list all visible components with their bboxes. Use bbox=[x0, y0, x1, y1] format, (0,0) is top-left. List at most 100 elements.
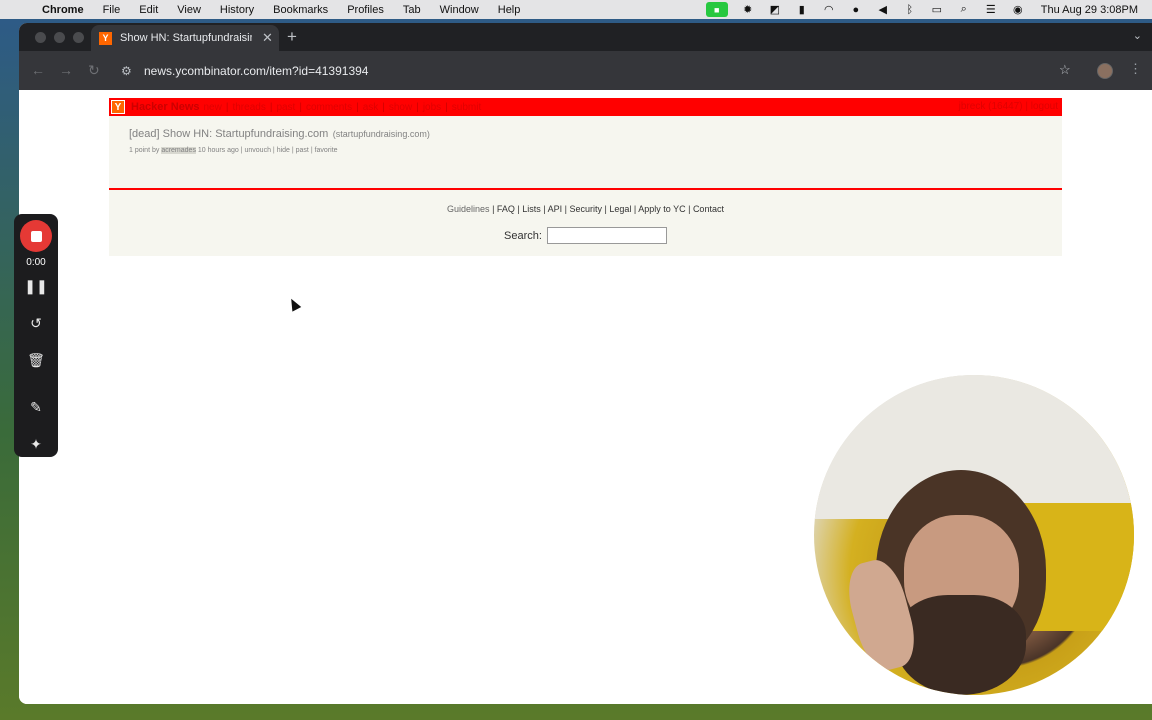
bookmark-star-icon[interactable]: ☆ bbox=[1059, 62, 1071, 78]
story-unvouch-link[interactable]: unvouch bbox=[245, 147, 271, 154]
menu-file[interactable]: File bbox=[103, 4, 121, 16]
zoom-window-icon[interactable] bbox=[73, 32, 84, 43]
footer-links: Guidelines | FAQ | Lists | API | Securit… bbox=[447, 204, 724, 214]
story-site[interactable]: (startupfundraising.com) bbox=[333, 129, 430, 139]
bluetooth-icon[interactable]: ᛒ bbox=[902, 4, 918, 16]
footer-contact[interactable]: Contact bbox=[693, 204, 724, 214]
story-past-link[interactable]: past bbox=[296, 147, 309, 154]
profile-avatar[interactable] bbox=[1097, 63, 1113, 79]
address-bar[interactable]: ⚙ news.ycombinator.com/item?id=41391394 bbox=[113, 57, 1093, 84]
footer-faq[interactable]: FAQ bbox=[497, 204, 515, 214]
hn-user-link[interactable]: jbreck (16447) bbox=[959, 101, 1023, 112]
menu-window[interactable]: Window bbox=[440, 4, 479, 16]
brightness-icon[interactable]: ✹ bbox=[740, 4, 756, 16]
hn-logout-link[interactable]: logout bbox=[1031, 101, 1058, 112]
story-title[interactable]: [dead] Show HN: Startupfundraising.com bbox=[129, 128, 328, 140]
story-hide-link[interactable]: hide bbox=[277, 147, 290, 154]
trash-icon[interactable]: 🗑 bbox=[14, 352, 58, 369]
footer-guidelines[interactable]: Guidelines bbox=[447, 204, 490, 214]
hn-nav-threads[interactable]: threads bbox=[232, 102, 265, 113]
story-points: 1 point by bbox=[129, 147, 160, 154]
separator: | bbox=[225, 101, 229, 113]
hn-nav-jobs[interactable]: jobs bbox=[423, 102, 441, 113]
footer-apply[interactable]: Apply to YC bbox=[638, 204, 685, 214]
restart-icon[interactable]: ↺ bbox=[14, 315, 58, 332]
spotlight-search-icon[interactable]: ⌕ bbox=[956, 3, 972, 16]
battery-icon[interactable]: ▭ bbox=[929, 4, 945, 16]
hn-nav-past[interactable]: past bbox=[276, 102, 295, 113]
hn-logo[interactable]: Y bbox=[111, 100, 125, 114]
footer-legal[interactable]: Legal bbox=[609, 204, 631, 214]
menu-app-chrome[interactable]: Chrome bbox=[42, 4, 84, 16]
menu-edit[interactable]: Edit bbox=[139, 4, 158, 16]
chrome-menu-icon[interactable]: ⋮ bbox=[1129, 61, 1142, 77]
hn-user-area: jbreck (16447) | logout bbox=[959, 101, 1058, 112]
hn-container: Y Hacker News new | threads | past | com… bbox=[109, 98, 1062, 256]
separator: | bbox=[416, 101, 419, 113]
story-user[interactable]: acremades bbox=[161, 147, 196, 154]
menu-view[interactable]: View bbox=[177, 4, 201, 16]
footer-lists[interactable]: Lists bbox=[522, 204, 541, 214]
hn-nav-show[interactable]: show bbox=[389, 102, 412, 113]
control-center-icon[interactable]: ☰ bbox=[983, 4, 999, 16]
hn-nav-comments[interactable]: comments bbox=[306, 102, 352, 113]
menu-tab[interactable]: Tab bbox=[403, 4, 421, 16]
macos-menu-bar: Chrome File Edit View History Bookmarks … bbox=[0, 0, 1152, 19]
incognito-icon[interactable]: ● bbox=[848, 4, 864, 16]
menu-clock[interactable]: Thu Aug 29 3:08PM bbox=[1041, 4, 1138, 16]
story-favorite-link[interactable]: favorite bbox=[315, 147, 338, 154]
close-window-icon[interactable] bbox=[35, 32, 46, 43]
search-label: Search: bbox=[504, 229, 542, 242]
footer-security[interactable]: Security bbox=[569, 204, 602, 214]
reload-icon[interactable]: ↻ bbox=[88, 62, 100, 79]
tab-search-chevron-icon[interactable]: ⌄ bbox=[1133, 29, 1142, 42]
footer-api[interactable]: API bbox=[548, 204, 563, 214]
effects-icon[interactable]: ✦ bbox=[14, 436, 58, 453]
separator: | bbox=[382, 101, 385, 113]
story-subline: 1 point by acremades 10 hours ago | unvo… bbox=[129, 147, 1062, 154]
hn-header: Y Hacker News new | threads | past | com… bbox=[109, 98, 1062, 116]
site-info-icon[interactable]: ⚙ bbox=[121, 64, 135, 78]
hn-nav-new[interactable]: new bbox=[204, 102, 222, 113]
menu-history[interactable]: History bbox=[220, 4, 254, 16]
pencil-icon[interactable]: ✎ bbox=[14, 399, 58, 416]
webcam-person-beard bbox=[896, 595, 1026, 695]
story-age[interactable]: 10 hours ago bbox=[198, 147, 239, 154]
tab-active[interactable]: Y Show HN: Startupfundraising ✕ bbox=[91, 25, 279, 51]
window-icon[interactable]: ▮ bbox=[794, 4, 810, 16]
hn-favicon-icon: Y bbox=[99, 31, 112, 45]
separator: | bbox=[445, 101, 448, 113]
menu-help[interactable]: Help bbox=[498, 4, 521, 16]
screen-icon[interactable]: ◩ bbox=[767, 4, 783, 16]
hn-site-title[interactable]: Hacker News bbox=[131, 101, 200, 113]
hn-nav-submit[interactable]: submit bbox=[452, 102, 481, 113]
stop-recording-button[interactable] bbox=[20, 220, 52, 252]
volume-icon[interactable]: ◀ bbox=[875, 4, 891, 16]
forward-icon[interactable]: → bbox=[59, 62, 73, 78]
separator: | bbox=[299, 101, 302, 113]
recorder-toolbar: 0:00 ❚❚ ↺ 🗑 ✎ ✦ bbox=[14, 214, 58, 457]
mouse-cursor-icon bbox=[286, 296, 302, 312]
close-tab-icon[interactable]: ✕ bbox=[262, 30, 273, 46]
camera-icon[interactable]: ■ bbox=[705, 2, 728, 17]
hn-nav-ask[interactable]: ask bbox=[363, 102, 379, 113]
window-controls bbox=[35, 32, 84, 43]
webcam-bubble[interactable] bbox=[814, 375, 1134, 695]
footer-search: Search: bbox=[109, 227, 1062, 244]
story-item: [dead] Show HN: Startupfundraising.com (… bbox=[109, 116, 1062, 154]
hn-footer: Guidelines | FAQ | Lists | API | Securit… bbox=[109, 188, 1062, 253]
tab-strip: Y Show HN: Startupfundraising ✕ + ⌄ bbox=[19, 23, 1152, 51]
separator: | bbox=[356, 101, 359, 113]
search-input[interactable] bbox=[546, 227, 667, 244]
siri-icon[interactable]: ◉ bbox=[1010, 4, 1026, 16]
minimize-window-icon[interactable] bbox=[54, 32, 65, 43]
new-tab-icon[interactable]: + bbox=[287, 27, 297, 47]
address-url[interactable]: news.ycombinator.com/item?id=41391394 bbox=[144, 64, 368, 78]
back-icon[interactable]: ← bbox=[31, 62, 45, 78]
recording-time: 0:00 bbox=[26, 257, 46, 268]
separator: | bbox=[269, 101, 273, 113]
pause-icon[interactable]: ❚❚ bbox=[14, 278, 58, 295]
menu-bookmarks[interactable]: Bookmarks bbox=[273, 4, 328, 16]
wifi-icon[interactable]: ◠ bbox=[821, 4, 837, 16]
menu-profiles[interactable]: Profiles bbox=[347, 4, 384, 16]
